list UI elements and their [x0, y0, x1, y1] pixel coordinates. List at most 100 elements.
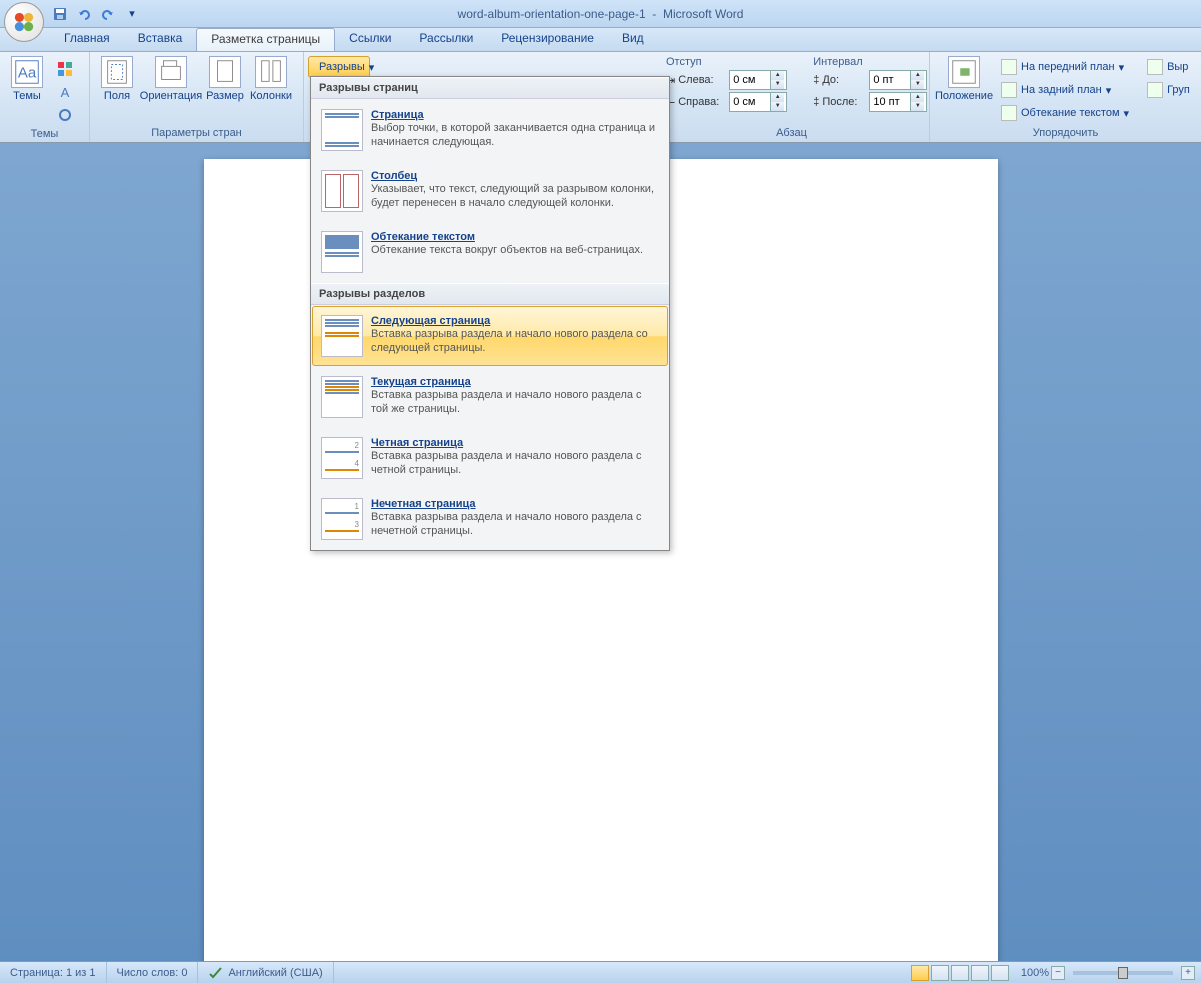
- fonts-icon: A: [57, 84, 73, 100]
- break-even-page[interactable]: 24 Четная страницаВставка разрыва раздел…: [312, 428, 668, 488]
- theme-fonts-button[interactable]: A: [50, 81, 80, 103]
- spin-up[interactable]: ▲: [911, 71, 924, 80]
- spin-up[interactable]: ▲: [771, 93, 784, 102]
- continuous-icon: [321, 376, 363, 418]
- column-break-icon: [321, 170, 363, 212]
- colors-icon: [57, 61, 73, 77]
- zoom-thumb[interactable]: [1118, 967, 1128, 979]
- size-button[interactable]: Размер: [202, 54, 248, 104]
- breaks-button[interactable]: Разрывы▾: [308, 56, 370, 78]
- odd-page-icon: 13: [321, 498, 363, 540]
- view-full-screen[interactable]: [931, 965, 949, 981]
- undo-icon: [76, 6, 92, 22]
- tab-review[interactable]: Рецензирование: [487, 28, 608, 51]
- status-page[interactable]: Страница: 1 из 1: [0, 962, 107, 983]
- qat-dropdown[interactable]: ▾: [122, 4, 142, 24]
- ribbon-tabs: Главная Вставка Разметка страницы Ссылки…: [0, 28, 1201, 52]
- align-icon: [1147, 59, 1163, 75]
- tab-references[interactable]: Ссылки: [335, 28, 405, 51]
- space-after-icon: ‡: [813, 96, 819, 108]
- size-icon: [210, 57, 240, 87]
- spin-down[interactable]: ▼: [911, 102, 924, 111]
- group-icon: [1147, 82, 1163, 98]
- spin-down[interactable]: ▼: [771, 102, 784, 111]
- position-icon: [949, 57, 979, 87]
- break-continuous[interactable]: Текущая страницаВставка разрыва раздела …: [312, 367, 668, 427]
- svg-text:A: A: [61, 85, 70, 100]
- title-bar: ▾ word-album-orientation-one-page-1 - Mi…: [0, 0, 1201, 28]
- space-before-icon: ‡: [813, 74, 819, 86]
- selection-pane-button[interactable]: Выр: [1140, 56, 1197, 78]
- orientation-button[interactable]: Ориентация: [140, 54, 202, 104]
- redo-icon: [100, 6, 116, 22]
- columns-button[interactable]: Колонки: [248, 54, 294, 104]
- view-outline[interactable]: [971, 965, 989, 981]
- spin-down[interactable]: ▼: [911, 80, 924, 89]
- send-back-button[interactable]: На задний план▾: [994, 79, 1136, 101]
- view-print-layout[interactable]: [911, 965, 929, 981]
- break-next-page[interactable]: Следующая страницаВставка разрыва раздел…: [312, 306, 668, 366]
- break-page[interactable]: СтраницаВыбор точки, в которой заканчива…: [312, 100, 668, 160]
- text-wrap-icon: [1001, 105, 1017, 121]
- view-web-layout[interactable]: [951, 965, 969, 981]
- zoom-in-button[interactable]: +: [1181, 966, 1195, 980]
- space-before-input[interactable]: ▲▼: [869, 70, 927, 90]
- save-icon: [52, 6, 68, 22]
- themes-icon: Aa: [12, 57, 42, 87]
- indent-header: Отступ: [666, 56, 787, 68]
- effects-icon: [57, 107, 73, 123]
- next-page-icon: [321, 315, 363, 357]
- even-page-icon: 24: [321, 437, 363, 479]
- tab-view[interactable]: Вид: [608, 28, 658, 51]
- spin-down[interactable]: ▼: [771, 80, 784, 89]
- tab-page-layout[interactable]: Разметка страницы: [196, 28, 335, 51]
- orientation-icon: [156, 57, 186, 87]
- indent-right-label: Справа:: [678, 96, 726, 108]
- group-label: Абзац: [658, 125, 925, 142]
- tab-insert[interactable]: Вставка: [124, 28, 197, 51]
- indent-right-input[interactable]: ▲▼: [729, 92, 787, 112]
- theme-effects-button[interactable]: [50, 104, 80, 126]
- position-button[interactable]: Положение: [934, 54, 994, 104]
- page-break-icon: [321, 109, 363, 151]
- tab-home[interactable]: Главная: [50, 28, 124, 51]
- group-themes: Aa Темы A Темы: [0, 52, 90, 142]
- spin-up[interactable]: ▲: [911, 93, 924, 102]
- space-after-input[interactable]: ▲▼: [869, 92, 927, 112]
- redo-button[interactable]: [98, 4, 118, 24]
- break-text-wrap[interactable]: Обтекание текстомОбтекание текста вокруг…: [312, 222, 668, 282]
- group-paragraph: Отступ ⇥ Слева: ▲▼ ⇤ Справа: ▲▼ Интервал…: [654, 52, 930, 142]
- dropdown-section-section-breaks: Разрывы разделов: [311, 283, 669, 305]
- zoom-out-button[interactable]: −: [1051, 966, 1065, 980]
- text-wrap-button[interactable]: Обтекание текстом▾: [994, 102, 1136, 124]
- group-label: Темы: [4, 126, 85, 143]
- group-button[interactable]: Груп: [1140, 79, 1197, 101]
- window-title: word-album-orientation-one-page-1 - Micr…: [0, 7, 1201, 21]
- svg-text:Aa: Aa: [18, 65, 37, 82]
- office-button[interactable]: [4, 2, 44, 42]
- theme-colors-button[interactable]: [50, 58, 80, 80]
- view-draft[interactable]: [991, 965, 1009, 981]
- status-language[interactable]: Английский (США): [198, 962, 333, 983]
- margins-button[interactable]: Поля: [94, 54, 140, 104]
- dropdown-section-page-breaks: Разрывы страниц: [311, 77, 669, 99]
- status-word-count[interactable]: Число слов: 0: [107, 962, 199, 983]
- zoom-slider[interactable]: [1073, 971, 1173, 975]
- zoom-level[interactable]: 100%: [1021, 967, 1049, 979]
- undo-button[interactable]: [74, 4, 94, 24]
- themes-button[interactable]: Aa Темы: [4, 54, 50, 104]
- columns-icon: [256, 57, 286, 87]
- break-column[interactable]: СтолбецУказывает, что текст, следующий з…: [312, 161, 668, 221]
- group-label: Упорядочить: [934, 125, 1197, 142]
- breaks-dropdown: Разрывы страниц СтраницаВыбор точки, в к…: [310, 76, 670, 551]
- spin-up[interactable]: ▲: [771, 71, 784, 80]
- office-logo-icon: [13, 11, 35, 33]
- space-after-label: После:: [822, 96, 866, 108]
- save-button[interactable]: [50, 4, 70, 24]
- indent-left-input[interactable]: ▲▼: [729, 70, 787, 90]
- break-odd-page[interactable]: 13 Нечетная страницаВставка разрыва разд…: [312, 489, 668, 549]
- bring-front-button[interactable]: На передний план▾: [994, 56, 1136, 78]
- space-before-label: До:: [822, 74, 866, 86]
- group-arrange: Положение На передний план▾ На задний пл…: [930, 52, 1201, 142]
- tab-mailings[interactable]: Рассылки: [405, 28, 487, 51]
